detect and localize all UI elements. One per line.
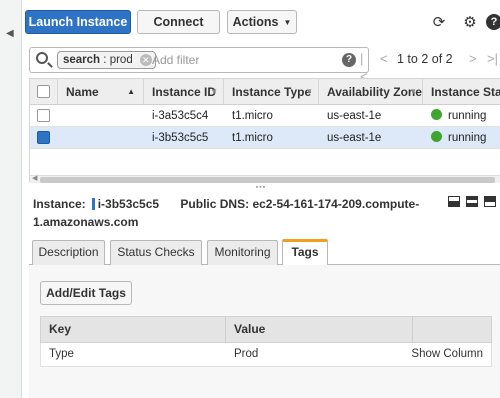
tab-status-checks[interactable]: Status Checks bbox=[110, 240, 202, 265]
chevron-down-icon: ▼ bbox=[283, 17, 292, 27]
toolbar: Launch Instance Connect Actions ▼ ⟳ ⚙ ? bbox=[25, 10, 500, 34]
col-header-value: Value bbox=[226, 317, 413, 342]
connect-button[interactable]: Connect bbox=[137, 10, 220, 34]
cell-tag-key: Type bbox=[49, 348, 74, 360]
col-header-state[interactable]: Instance State bbox=[423, 79, 500, 105]
tab-tags[interactable]: Tags bbox=[282, 239, 328, 265]
scrollbar-thumb[interactable] bbox=[40, 177, 495, 183]
instance-id-marker bbox=[91, 198, 95, 210]
cell-instance-type: t1.micro bbox=[232, 132, 273, 144]
col-header-name-label: Name bbox=[66, 85, 99, 99]
pagination-text: 1 to 2 of 2 bbox=[397, 52, 453, 66]
pane-top-icon[interactable] bbox=[484, 196, 496, 207]
cell-instance-type: t1.micro bbox=[232, 110, 273, 122]
tags-panel: Add/Edit Tags Key Value Type Prod Show C… bbox=[29, 265, 500, 398]
cell-state-label: running bbox=[448, 110, 487, 122]
table-row-selected[interactable]: i-3b53c5c5 t1.micro us-east-1e running bbox=[30, 127, 500, 149]
horizontal-scrollbar[interactable]: ◀ bbox=[30, 175, 500, 183]
detail-tabs: Description Status Checks Monitoring Tag… bbox=[29, 238, 500, 265]
actions-label: Actions bbox=[232, 15, 279, 29]
pane-split-icon[interactable] bbox=[466, 196, 478, 207]
cell-state: running bbox=[431, 105, 486, 127]
col-header-instance-type[interactable]: Instance Type ▼ bbox=[224, 79, 319, 105]
search-input[interactable]: search : prod ✕ Add filter ? bbox=[29, 47, 369, 73]
pane-bottom-icon[interactable] bbox=[448, 196, 460, 207]
row-checkbox[interactable] bbox=[37, 131, 50, 144]
cell-instance-id: i-3b53c5c5 bbox=[152, 132, 209, 144]
header-select-cell bbox=[30, 79, 58, 105]
col-header-state-label: Instance State bbox=[431, 85, 500, 99]
search-help-icon[interactable]: ? bbox=[342, 53, 356, 67]
col-header-instance-id-label: Instance ID bbox=[152, 85, 217, 99]
launch-instance-button[interactable]: Launch Instance bbox=[25, 10, 131, 34]
public-dns-value: ec2-54-161-174-209.compute- bbox=[252, 197, 420, 211]
cell-state: running bbox=[431, 127, 486, 149]
add-edit-tags-button[interactable]: Add/Edit Tags bbox=[40, 281, 132, 305]
sort-asc-icon: ▲ bbox=[127, 87, 135, 96]
cell-tag-value: Prod bbox=[234, 348, 259, 360]
tags-table-header: Key Value bbox=[40, 316, 492, 343]
left-rail: ◀ bbox=[0, 0, 22, 398]
next-page-icon[interactable]: > bbox=[469, 50, 477, 68]
sort-icon: ▼ bbox=[210, 87, 218, 96]
table-header: Name ▲ Instance ID ▼ Instance Type ▼ Ava… bbox=[30, 79, 500, 105]
actions-button[interactable]: Actions ▼ bbox=[227, 10, 297, 34]
row-checkbox[interactable] bbox=[37, 109, 50, 122]
col-header-zone[interactable]: Availability Zone ▼ bbox=[319, 79, 423, 105]
col-header-instance-type-label: Instance Type bbox=[232, 85, 312, 99]
cell-state-label: running bbox=[448, 132, 487, 144]
last-page-icon[interactable]: >| bbox=[487, 50, 498, 68]
cell-zone: us-east-1e bbox=[327, 110, 382, 122]
gear-icon[interactable]: ⚙ bbox=[461, 14, 479, 32]
remove-filter-icon[interactable]: ✕ bbox=[139, 54, 152, 66]
search-icon bbox=[36, 52, 48, 64]
search-row: search : prod ✕ Add filter ? |< < 1 to 2… bbox=[22, 45, 500, 84]
select-all-checkbox[interactable] bbox=[37, 85, 50, 98]
help-icon[interactable]: ? bbox=[486, 14, 500, 30]
collapse-left-icon[interactable]: ◀ bbox=[6, 28, 14, 39]
filter-chip-key: search bbox=[63, 54, 101, 66]
tab-description[interactable]: Description bbox=[32, 240, 105, 265]
filter-chip-sep: : bbox=[103, 54, 107, 66]
sort-icon: ▼ bbox=[305, 87, 313, 96]
table-row: Type Prod Show Column bbox=[40, 343, 492, 367]
filter-chip[interactable]: search : prod ✕ bbox=[57, 51, 156, 69]
cell-zone: us-east-1e bbox=[327, 132, 382, 144]
main-panel: Launch Instance Connect Actions ▼ ⟳ ⚙ ? … bbox=[22, 0, 500, 398]
show-column-link[interactable]: Show Column bbox=[411, 343, 483, 366]
col-header-key: Key bbox=[41, 317, 226, 342]
pane-splitter-handle[interactable]: ▪▪▪ bbox=[22, 184, 500, 191]
pane-layout-icons bbox=[442, 196, 496, 208]
filter-chip-value: prod bbox=[109, 54, 133, 66]
instances-table: Name ▲ Instance ID ▼ Instance Type ▼ Ava… bbox=[29, 78, 500, 183]
tab-monitoring[interactable]: Monitoring bbox=[207, 240, 278, 265]
instance-label: Instance: bbox=[33, 197, 86, 211]
public-dns-value-cont: 1.amazonaws.com bbox=[33, 215, 139, 229]
instance-detail-header: Instance: i-3b53c5c5 Public DNS: ec2-54-1… bbox=[33, 195, 500, 231]
sort-icon: ▼ bbox=[409, 87, 417, 96]
running-status-icon bbox=[431, 109, 442, 120]
add-filter-placeholder[interactable]: Add filter bbox=[152, 53, 199, 67]
scroll-left-icon[interactable]: ◀ bbox=[32, 174, 37, 182]
cell-instance-id: i-3a53c5c4 bbox=[152, 110, 209, 122]
col-header-zone-label: Availability Zone bbox=[327, 85, 422, 99]
refresh-icon[interactable]: ⟳ bbox=[430, 14, 448, 32]
running-status-icon bbox=[431, 131, 442, 142]
col-header-name[interactable]: Name ▲ bbox=[58, 79, 144, 105]
prev-page-icon[interactable]: < bbox=[380, 50, 388, 68]
tags-table: Key Value Type Prod Show Column bbox=[40, 316, 492, 367]
detail-instance-id: i-3b53c5c5 bbox=[97, 197, 160, 211]
table-row[interactable]: i-3a53c5c4 t1.micro us-east-1e running bbox=[30, 105, 500, 127]
col-header-instance-id[interactable]: Instance ID ▼ bbox=[144, 79, 224, 105]
public-dns-label: Public DNS: bbox=[180, 197, 250, 211]
